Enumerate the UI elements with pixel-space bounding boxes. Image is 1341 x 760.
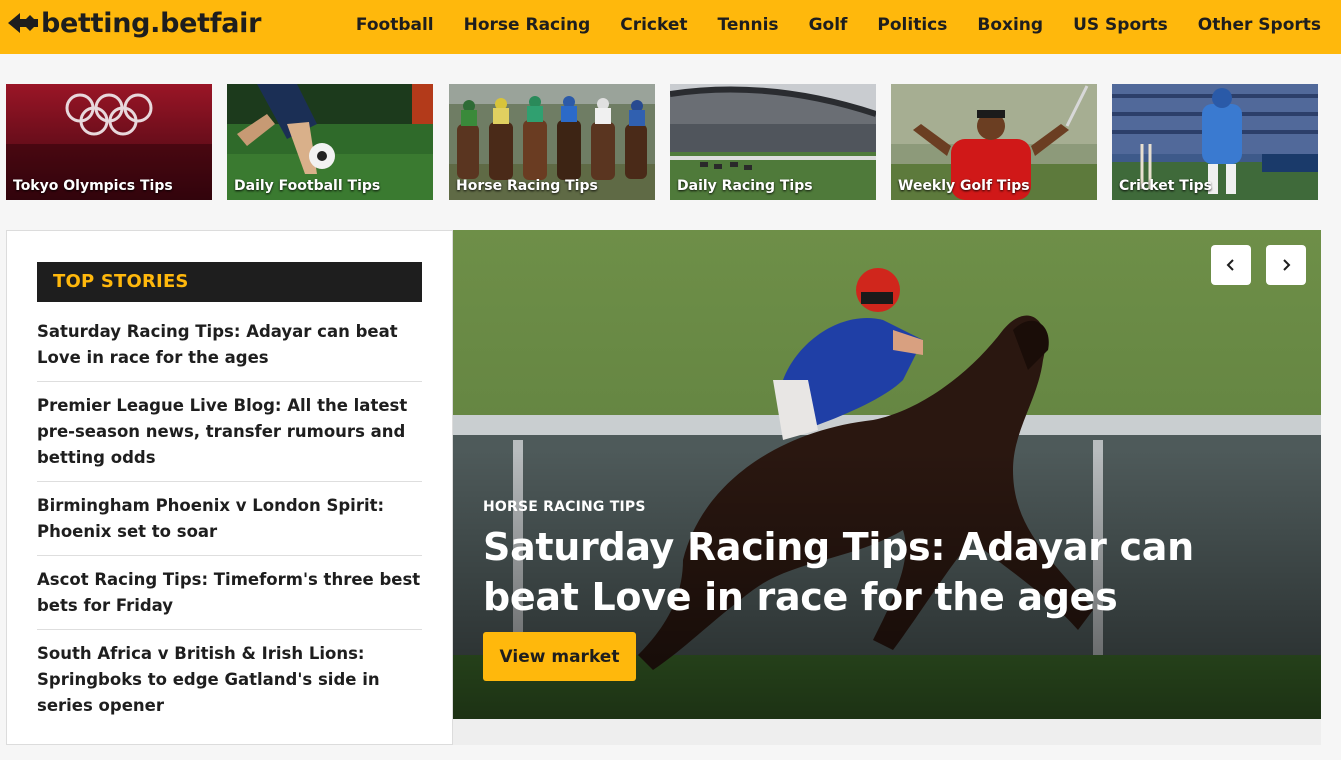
- nav-item-cricket[interactable]: Cricket: [620, 15, 687, 35]
- nav-item-football[interactable]: Football: [356, 15, 434, 35]
- betfair-arrow-logo-icon: [8, 13, 38, 33]
- carousel-next-button[interactable]: [1266, 245, 1306, 285]
- hero-category[interactable]: HORSE RACING TIPS: [483, 499, 646, 515]
- tile-label: Cricket Tips: [1119, 178, 1212, 194]
- nav-item-tennis[interactable]: Tennis: [718, 15, 779, 35]
- tile-daily-racing[interactable]: Daily Racing Tips: [670, 84, 876, 200]
- tile-weekly-golf[interactable]: Weekly Golf Tips: [891, 84, 1097, 200]
- site-header: betting.betfair Football Horse Racing Cr…: [0, 0, 1341, 54]
- tips-tiles: Tokyo Olympics Tips Daily Football Tips: [6, 84, 1319, 200]
- story-link[interactable]: Birmingham Phoenix v London Spirit: Phoe…: [37, 482, 422, 555]
- story-item: South Africa v British & Irish Lions: Sp…: [37, 630, 422, 729]
- tile-daily-football[interactable]: Daily Football Tips: [227, 84, 433, 200]
- story-link[interactable]: Saturday Racing Tips: Adayar can beat Lo…: [37, 319, 422, 381]
- site-logo[interactable]: betting.betfair: [8, 6, 261, 40]
- nav-item-other-sports[interactable]: Other Sports: [1198, 15, 1321, 35]
- main-nav: Football Horse Racing Cricket Tennis Gol…: [326, 0, 1321, 50]
- tile-tokyo-olympics[interactable]: Tokyo Olympics Tips: [6, 84, 212, 200]
- tile-label: Weekly Golf Tips: [898, 178, 1030, 194]
- tile-label: Daily Football Tips: [234, 178, 381, 194]
- tile-label: Daily Racing Tips: [677, 178, 813, 194]
- story-item: Premier League Live Blog: All the latest…: [37, 382, 422, 482]
- story-link[interactable]: Ascot Racing Tips: Timeform's three best…: [37, 556, 422, 629]
- story-item: Saturday Racing Tips: Adayar can beat Lo…: [37, 319, 422, 382]
- story-link[interactable]: South Africa v British & Irish Lions: Sp…: [37, 630, 422, 729]
- nav-item-politics[interactable]: Politics: [877, 15, 947, 35]
- logo-text: betting.betfair: [41, 7, 262, 39]
- top-stories-heading-bar: TOP STORIES: [37, 262, 422, 302]
- hero-title[interactable]: Saturday Racing Tips: Adayar can beat Lo…: [483, 522, 1283, 622]
- chevron-right-icon: [1283, 259, 1291, 271]
- tile-label: Horse Racing Tips: [456, 178, 598, 194]
- tile-cricket[interactable]: Cricket Tips: [1112, 84, 1318, 200]
- nav-item-golf[interactable]: Golf: [809, 15, 848, 35]
- tile-label: Tokyo Olympics Tips: [13, 178, 173, 194]
- nav-item-boxing[interactable]: Boxing: [977, 15, 1043, 35]
- story-item: Birmingham Phoenix v London Spirit: Phoe…: [37, 482, 422, 556]
- nav-item-us-sports[interactable]: US Sports: [1073, 15, 1168, 35]
- chevron-left-icon: [1226, 259, 1234, 271]
- carousel-prev-button[interactable]: [1211, 245, 1251, 285]
- hero-footer-strip: [453, 719, 1321, 745]
- story-item: Ascot Racing Tips: Timeform's three best…: [37, 556, 422, 630]
- story-link[interactable]: Premier League Live Blog: All the latest…: [37, 382, 422, 481]
- top-stories-list: Saturday Racing Tips: Adayar can beat Lo…: [37, 319, 422, 729]
- tile-horse-racing[interactable]: Horse Racing Tips: [449, 84, 655, 200]
- view-market-button[interactable]: View market: [483, 632, 636, 681]
- nav-item-horse-racing[interactable]: Horse Racing: [464, 15, 591, 35]
- hero-carousel: HORSE RACING TIPS Saturday Racing Tips: …: [453, 230, 1321, 719]
- top-stories-panel: TOP STORIES Saturday Racing Tips: Adayar…: [6, 230, 453, 745]
- top-stories-heading: TOP STORIES: [53, 271, 189, 292]
